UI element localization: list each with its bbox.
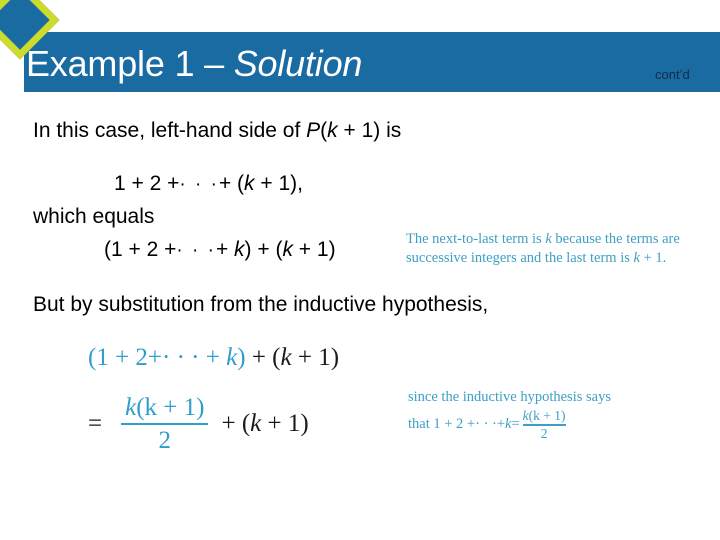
eq1-prefix: 1 + 2 +	[114, 172, 180, 195]
annotation-bottom-line-1: since the inductive hypothesis says	[408, 389, 611, 405]
math-row1-close: )	[237, 344, 246, 371]
math-row1-tail-symbol-k: k	[280, 344, 292, 371]
annotation-bottom-l2-equals: =	[511, 416, 520, 433]
math-equals-sign: =	[88, 410, 103, 437]
intro-line: In this case, left-hand side of P(k + 1)…	[33, 117, 401, 145]
math-row1-symbol-k: k	[226, 344, 238, 371]
annotation-inductive-hypothesis: since the inductive hypothesis says that…	[408, 388, 708, 441]
intro-symbol-P: P	[306, 119, 321, 142]
math-tail-term: + (k + 1)	[221, 410, 308, 438]
annotation-next-to-last-term: The next-to-last term is k because the t…	[406, 230, 706, 268]
eq2-symbol-k-first: k	[234, 238, 245, 261]
math-row-first: (1 + 2+· · · + k) + (k + 1)	[88, 344, 339, 378]
math-tail-symbol-k: k	[250, 410, 262, 437]
eq2-prefix: (1 + 2 +	[104, 238, 177, 261]
annotation-top-l2-post: + 1.	[639, 250, 667, 266]
eq2-symbol-k-second: k	[282, 238, 293, 261]
substitution-line: But by substitution from the inductive h…	[33, 293, 489, 316]
annotation-fraction-numerator-rest: (k + 1)	[528, 408, 566, 423]
annotation-fraction-numerator: k(k + 1)	[523, 408, 566, 423]
annotation-bottom-l2-dots: · · ·	[475, 416, 497, 433]
eq2-middle: +	[215, 238, 235, 261]
equation-line-2: (1 + 2 +· · ·+ k) + (k + 1)	[104, 236, 336, 265]
math-row1-plus: +	[199, 344, 227, 371]
annotation-top-l2-pre: successive integers and the last term is	[406, 250, 634, 266]
math-tail-close: + 1)	[261, 410, 309, 437]
intro-symbol-k: k	[327, 119, 338, 142]
annotation-top-l1-post: because the terms are	[551, 231, 680, 247]
annotation-bottom-line-2: that 1 + 2 + · · · + k = k(k + 1) 2	[408, 408, 708, 441]
annotation-bottom-l2-mid: +	[496, 416, 506, 433]
eq1-symbol-k: k	[244, 172, 255, 195]
math-fraction-numerator-k: k	[125, 394, 137, 421]
math-row-second: = k(k + 1) 2 + (k + 1)	[88, 394, 339, 454]
math-derivation-block: (1 + 2+· · · + k) + (k + 1) = k(k + 1) 2…	[88, 344, 339, 454]
equation-line-1: 1 + 2 +· · ·+ (k + 1),	[114, 170, 303, 199]
intro-text-pre: In this case, left-hand side of	[33, 119, 307, 142]
annotation-top-line-1: The next-to-last term is k because the t…	[406, 230, 706, 249]
continued-label: cont’d	[655, 67, 690, 82]
page-title-regular: Example 1 –	[26, 43, 234, 84]
eq1-ellipsis: · · ·	[179, 174, 219, 195]
math-row1-ellipsis: · · ·	[162, 344, 200, 371]
math-row1-tail-open: + (	[245, 344, 281, 371]
annotation-top-l1-pre: The next-to-last term is	[406, 231, 546, 247]
eq2-suffix: + 1)	[292, 238, 336, 261]
annotation-top-line-2: successive integers and the last term is…	[406, 249, 706, 268]
which-equals-line: which equals	[33, 205, 155, 228]
math-tail-open: + (	[221, 410, 251, 437]
math-fraction-numerator: k(k + 1)	[121, 394, 208, 421]
math-fraction-bar	[121, 423, 209, 425]
eq1-middle: + (	[218, 172, 245, 195]
math-row1-open: (1 + 2+	[88, 344, 163, 371]
eq2-ellipsis: · · ·	[176, 240, 216, 261]
annotation-fraction: k(k + 1) 2	[522, 408, 566, 441]
page-title: Example 1 – Solution	[26, 38, 626, 90]
annotation-bottom-l2-pre: that 1 + 2 +	[408, 416, 476, 433]
math-fraction-numerator-rest: (k + 1)	[136, 394, 205, 421]
math-row1-tail-close: + 1)	[291, 344, 340, 371]
intro-text-post: + 1) is	[337, 119, 402, 142]
eq2-middle-2: ) + (	[244, 238, 283, 261]
eq1-suffix: + 1),	[254, 172, 303, 195]
page-title-italic: Solution	[233, 43, 363, 84]
math-fraction: k(k + 1) 2	[121, 394, 209, 454]
annotation-fraction-denominator: 2	[540, 425, 548, 441]
math-fraction-denominator: 2	[158, 427, 172, 454]
